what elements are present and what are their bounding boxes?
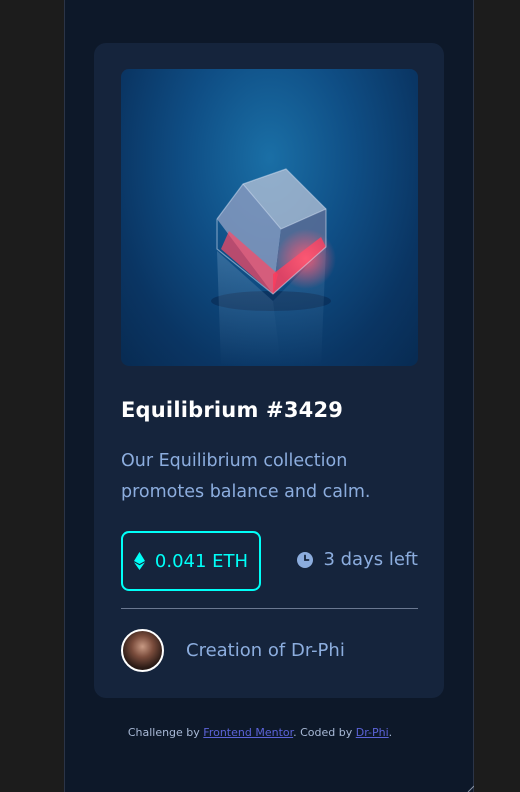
resize-handle-icon[interactable] (466, 784, 474, 792)
time-remaining: 3 days left (297, 549, 418, 570)
attribution-text: Challenge by (127, 726, 204, 739)
time-left-text: 3 days left (323, 549, 418, 570)
creator-text: Creation of Dr-Phi (186, 640, 345, 661)
cube-illustration (211, 168, 336, 366)
attribution: Challenge by Frontend Mentor. Coded by D… (0, 726, 520, 739)
avatar (121, 629, 164, 672)
price-value: 0.041 ETH (154, 550, 249, 572)
clock-icon (297, 551, 314, 568)
nft-description: Our Equilibrium collection promotes bala… (121, 451, 371, 502)
attribution-text: . Coded by (293, 726, 356, 739)
nft-image[interactable] (121, 69, 418, 366)
ethereum-icon (133, 552, 145, 570)
divider (121, 608, 418, 609)
author-link[interactable]: Dr-Phi (356, 726, 389, 739)
frontend-mentor-link[interactable]: Frontend Mentor (203, 726, 293, 739)
nft-title[interactable]: Equilibrium #3429 (121, 398, 343, 422)
nft-card: Equilibrium #3429 Our Equilibrium collec… (94, 43, 444, 698)
attribution-text: . (388, 726, 393, 739)
creator-row: Creation of Dr-Phi (121, 629, 345, 672)
creator-prefix: Creation of (186, 640, 291, 661)
creator-name[interactable]: Dr-Phi (291, 640, 345, 661)
price-badge: 0.041 ETH (121, 531, 261, 591)
